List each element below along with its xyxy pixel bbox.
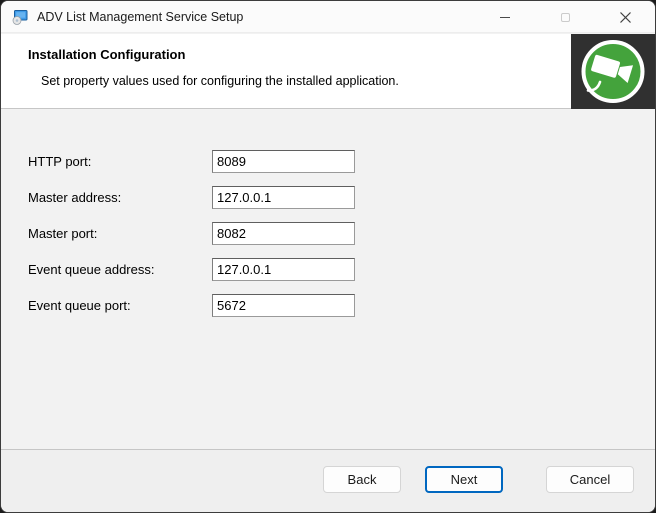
http-port-input[interactable] <box>212 150 355 173</box>
form-row-master-address: Master address: <box>1 186 655 210</box>
form-row-http-port: HTTP port: <box>1 150 655 174</box>
security-camera-icon <box>571 34 655 109</box>
caption-buttons <box>475 1 655 33</box>
back-button[interactable]: Back <box>323 466 401 493</box>
minimize-icon <box>500 17 510 18</box>
close-button[interactable] <box>595 1 655 33</box>
maximize-icon <box>561 13 570 22</box>
form-row-event-queue-port: Event queue port: <box>1 294 655 318</box>
next-button[interactable]: Next <box>425 466 503 493</box>
close-icon <box>620 12 631 23</box>
window-title: ADV List Management Service Setup <box>37 10 243 24</box>
cancel-button[interactable]: Cancel <box>546 466 634 493</box>
configuration-form: HTTP port: Master address: Master port: … <box>1 110 655 449</box>
master-address-label: Master address: <box>28 190 121 205</box>
page-subtitle: Set property values used for configuring… <box>41 74 399 88</box>
setup-wizard-window: ADV List Management Service Setup Instal… <box>0 0 656 513</box>
master-port-label: Master port: <box>28 226 97 241</box>
dialog-header: Installation Configuration Set property … <box>1 34 655 109</box>
minimize-button[interactable] <box>475 1 535 33</box>
http-port-label: HTTP port: <box>28 154 91 169</box>
master-port-input[interactable] <box>212 222 355 245</box>
dialog-footer: Back Next Cancel <box>1 449 655 512</box>
title-bar: ADV List Management Service Setup <box>1 1 655 33</box>
event-queue-port-input[interactable] <box>212 294 355 317</box>
windows-installer-icon <box>12 9 28 25</box>
master-address-input[interactable] <box>212 186 355 209</box>
event-queue-address-input[interactable] <box>212 258 355 281</box>
form-row-master-port: Master port: <box>1 222 655 246</box>
form-row-event-queue-address: Event queue address: <box>1 258 655 282</box>
event-queue-address-label: Event queue address: <box>28 262 154 277</box>
page-title: Installation Configuration <box>28 47 185 62</box>
maximize-button <box>535 1 595 33</box>
banner-artwork <box>571 34 655 109</box>
event-queue-port-label: Event queue port: <box>28 298 131 313</box>
